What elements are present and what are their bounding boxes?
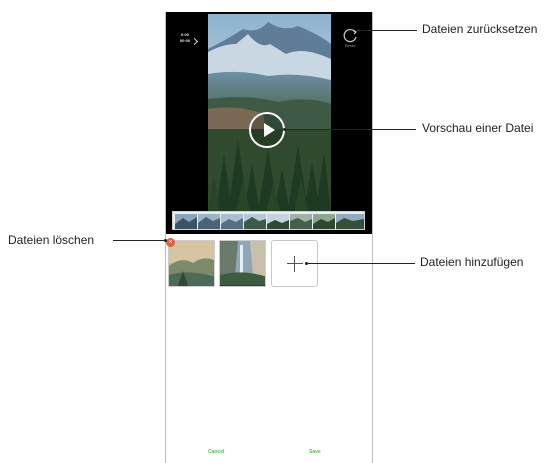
phone-screen: 0:00 00:00 Reset × Cancel Save	[165, 12, 373, 463]
callout-dot	[164, 239, 167, 242]
callout-line	[113, 240, 165, 241]
callout-reset: Dateien zurücksetzen	[422, 22, 538, 36]
cancel-button[interactable]: Cancel	[208, 449, 224, 455]
video-preview-area: 0:00 00:00 Reset	[166, 12, 372, 234]
play-button[interactable]	[249, 112, 285, 148]
reset-label: Reset	[344, 43, 356, 48]
clip-thumbnail[interactable]	[219, 240, 266, 287]
callout-add: Dateien hinzufügen	[420, 255, 524, 269]
callout-delete: Dateien löschen	[8, 233, 95, 247]
callout-line	[307, 263, 415, 264]
timeline-filmstrip[interactable]	[172, 211, 365, 230]
callout-preview: Vorschau einer Datei	[422, 121, 534, 135]
plus-icon	[287, 263, 303, 264]
callout-line	[285, 129, 416, 130]
delete-clip-icon[interactable]: ×	[166, 238, 175, 247]
callout-line	[359, 30, 417, 31]
play-icon	[264, 123, 275, 137]
save-button[interactable]: Save	[309, 449, 321, 455]
clip-thumbnail[interactable]	[168, 240, 215, 287]
